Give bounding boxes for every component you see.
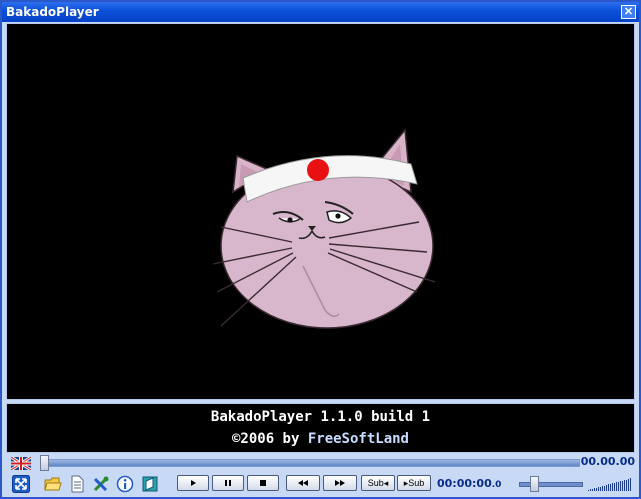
seek-thumb[interactable] — [40, 455, 49, 471]
cartoon-cat-image — [212, 128, 436, 329]
title-bar[interactable]: BakadoPlayer ✕ — [2, 2, 639, 22]
stop-button[interactable] — [247, 475, 279, 491]
current-time-fraction: .0 — [491, 480, 502, 490]
rewind-button[interactable] — [286, 475, 320, 491]
play-button[interactable] — [177, 475, 209, 491]
brand-link[interactable]: FreeSoftLand — [308, 431, 409, 447]
total-time: 00.00.00 — [580, 455, 635, 468]
info-icon[interactable] — [116, 475, 134, 493]
settings-icon[interactable] — [92, 475, 110, 493]
fast-forward-icon — [335, 480, 345, 486]
info-panel: BakadoPlayer 1.1.0 build 1 ©2006 by Free… — [6, 403, 635, 453]
close-icon: ✕ — [623, 6, 634, 18]
pause-icon — [225, 480, 231, 486]
language-flag-icon[interactable] — [11, 457, 31, 470]
play-icon — [191, 480, 196, 486]
current-time-main: 00:00:00 — [437, 477, 492, 490]
close-button[interactable]: ✕ — [621, 5, 636, 19]
current-time: 00:00:00.0 — [437, 477, 501, 490]
stop-icon — [260, 480, 266, 486]
playlist-icon[interactable] — [68, 475, 86, 493]
copyright-prefix: ©2006 by — [231, 431, 308, 447]
volume-slider[interactable] — [519, 482, 583, 487]
pause-button[interactable] — [212, 475, 244, 491]
video-area[interactable] — [6, 23, 635, 400]
subtitle-next-button[interactable]: ▸Sub — [397, 475, 431, 491]
seek-bar[interactable] — [42, 459, 580, 467]
window-title: BakadoPlayer — [6, 5, 99, 19]
open-folder-icon[interactable] — [44, 475, 62, 493]
skin-icon[interactable] — [141, 475, 159, 493]
fullscreen-icon[interactable] — [12, 475, 30, 493]
fast-forward-button[interactable] — [323, 475, 357, 491]
copyright-text: ©2006 by FreeSoftLand — [7, 431, 634, 447]
version-text: BakadoPlayer 1.1.0 build 1 — [210, 409, 431, 425]
seek-row: 00.00.00 — [2, 454, 639, 472]
player-window: BakadoPlayer ✕ BakadoPlayer 1.1.0 build … — [0, 0, 641, 499]
volume-level-icon — [588, 478, 631, 491]
subtitle-prev-button[interactable]: Sub◂ — [361, 475, 395, 491]
rewind-icon — [298, 480, 308, 486]
control-row: Sub◂ ▸Sub 00:00:00.0 — [2, 474, 639, 496]
volume-thumb[interactable] — [530, 476, 539, 492]
